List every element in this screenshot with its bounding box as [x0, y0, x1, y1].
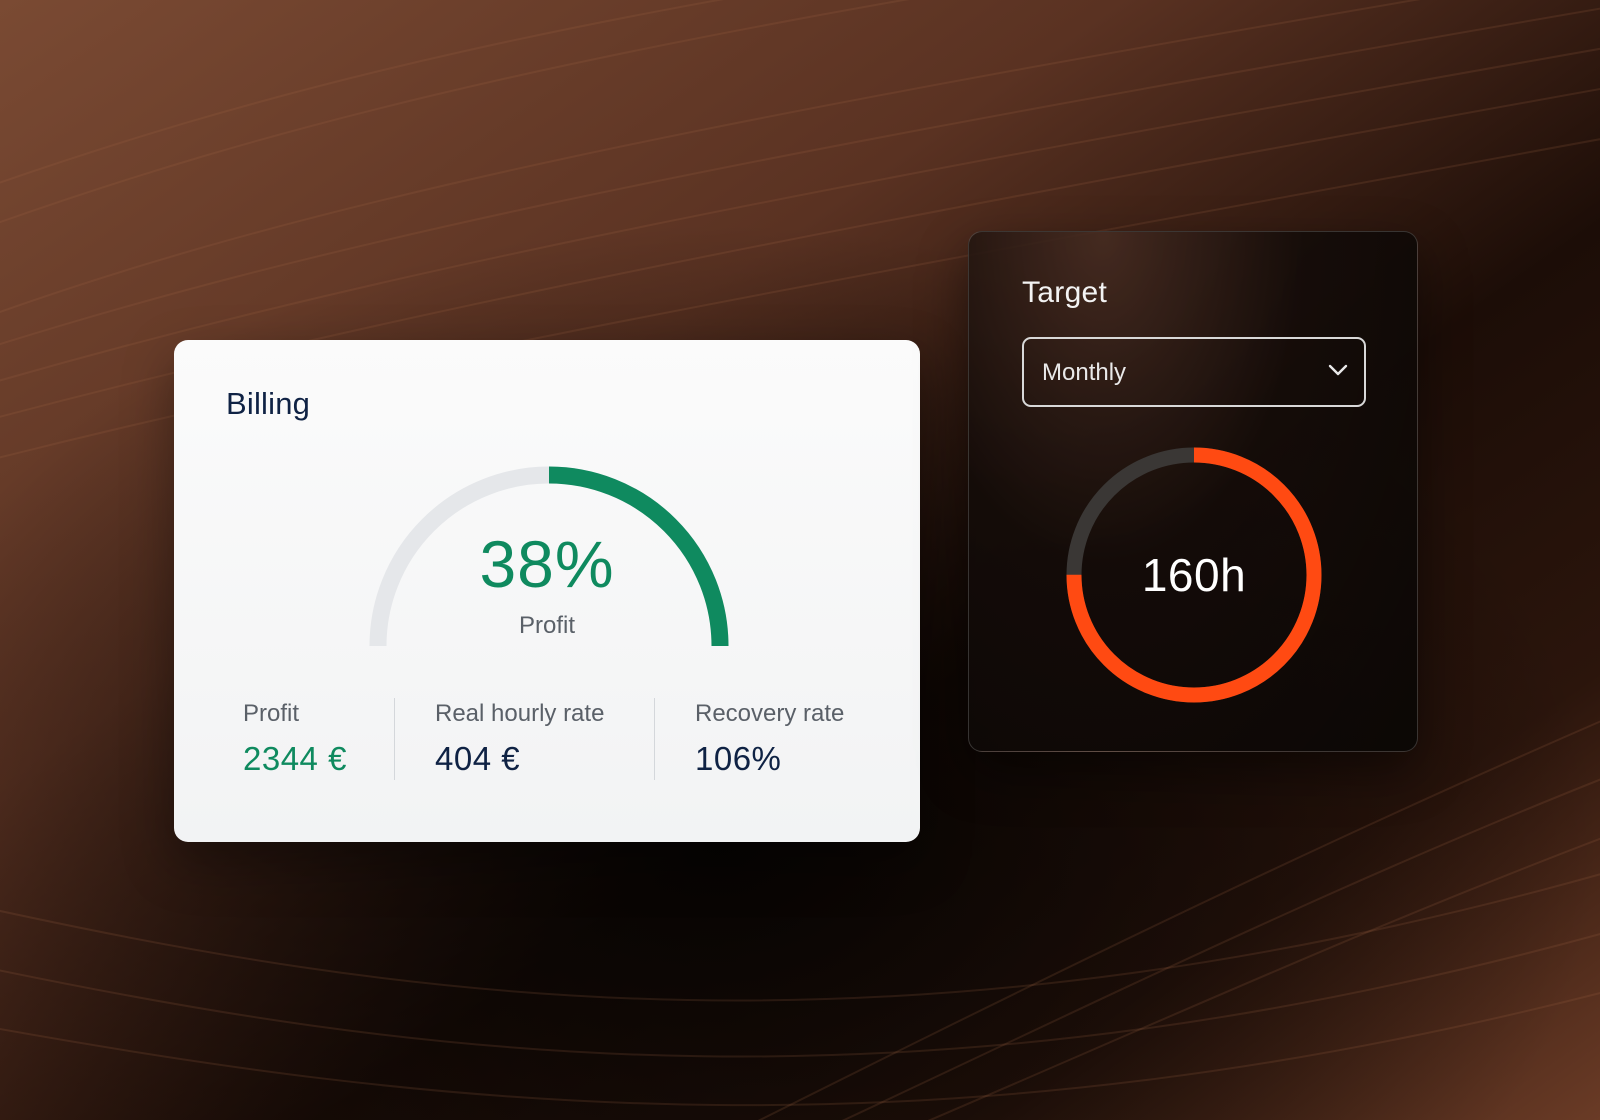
stat-recovery-rate: Recovery rate 106% — [695, 700, 844, 778]
target-card: Target Monthly 160h — [968, 231, 1418, 752]
profit-percentage: 38% — [479, 527, 615, 601]
profit-gauge-caption: Profit — [518, 612, 575, 639]
stat-value: 106% — [695, 740, 782, 777]
period-select[interactable]: Monthly — [1022, 337, 1366, 407]
stat-divider — [394, 698, 395, 780]
stat-value: 404 € — [435, 740, 521, 777]
billing-card: Billing 38% Profit Profit 2344 € Real ho… — [174, 340, 920, 842]
stat-label: Real hourly rate — [435, 700, 605, 727]
stat-value: 2344 € — [243, 740, 347, 777]
period-select-value: Monthly — [1042, 359, 1127, 386]
target-hours: 160h — [1141, 549, 1247, 601]
stat-divider — [654, 698, 655, 780]
chevron-down-icon — [1328, 364, 1348, 376]
stat-label: Profit — [243, 700, 300, 727]
stat-profit: Profit 2344 € — [243, 700, 347, 778]
stat-real-hourly-rate: Real hourly rate 404 € — [435, 700, 604, 778]
target-title: Target — [1022, 276, 1108, 309]
billing-title: Billing — [226, 386, 311, 421]
stat-label: Recovery rate — [695, 700, 845, 727]
